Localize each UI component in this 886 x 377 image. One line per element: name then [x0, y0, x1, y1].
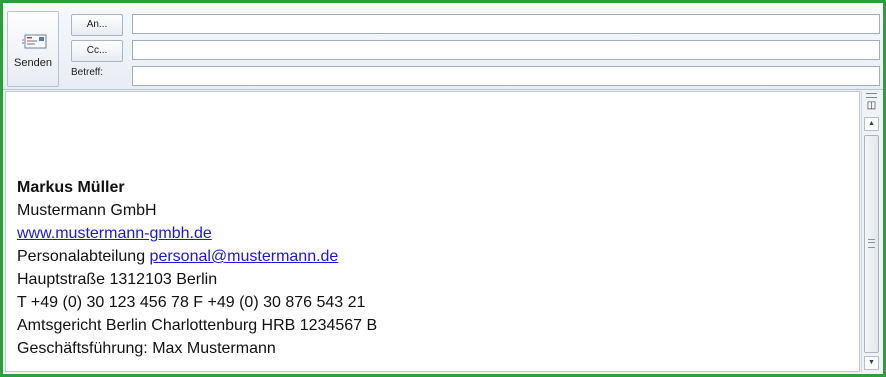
signature-management: Geschäftsführung: Max Mustermann: [17, 340, 276, 357]
scrollbar-thumb[interactable]: [864, 135, 879, 353]
splitter-grip-icon[interactable]: [866, 93, 877, 98]
email-compose-window: Senden An... Cc... Betreff: Markus Mülle…: [0, 0, 886, 377]
subject-input[interactable]: [132, 66, 880, 86]
send-label: Senden: [14, 57, 52, 69]
vertical-scrollbar[interactable]: ◫ ▲ ▼: [861, 91, 880, 372]
thumb-grip-icon: [868, 239, 875, 248]
signature-register: Amtsgericht Berlin Charlottenburg HRB 12…: [17, 317, 378, 334]
subject-label: Betreff:: [71, 67, 104, 78]
signature-department-line: Personalabteilung personal@mustermann.de: [17, 245, 377, 268]
signature-email-link[interactable]: personal@mustermann.de: [150, 248, 339, 265]
send-button[interactable]: Senden: [7, 11, 59, 87]
signature-department: Personalabteilung: [17, 248, 150, 265]
to-input[interactable]: [132, 14, 880, 34]
signature-name: Markus Müller: [17, 179, 125, 196]
to-button[interactable]: An...: [71, 14, 123, 36]
cc-input[interactable]: [132, 40, 880, 60]
scroll-down-arrow-icon[interactable]: ▼: [864, 356, 879, 370]
signature-phone: T +49 (0) 30 123 456 78 F +49 (0) 30 876…: [17, 294, 366, 311]
signature-website-link[interactable]: www.mustermann-gmbh.de: [17, 225, 212, 242]
scroll-up-arrow-icon[interactable]: ▲: [864, 117, 879, 131]
cc-button[interactable]: Cc...: [71, 40, 123, 62]
signature-address: Hauptstraße 1312103 Berlin: [17, 271, 218, 288]
compose-header: Senden An... Cc... Betreff:: [3, 3, 883, 90]
view-options-icon[interactable]: ◫: [865, 99, 878, 112]
message-body[interactable]: Markus Müller Mustermann GmbH www.muster…: [5, 91, 860, 372]
signature-company: Mustermann GmbH: [17, 202, 157, 219]
email-signature: Markus Müller Mustermann GmbH www.muster…: [17, 176, 377, 360]
envelope-send-icon: [22, 34, 47, 49]
